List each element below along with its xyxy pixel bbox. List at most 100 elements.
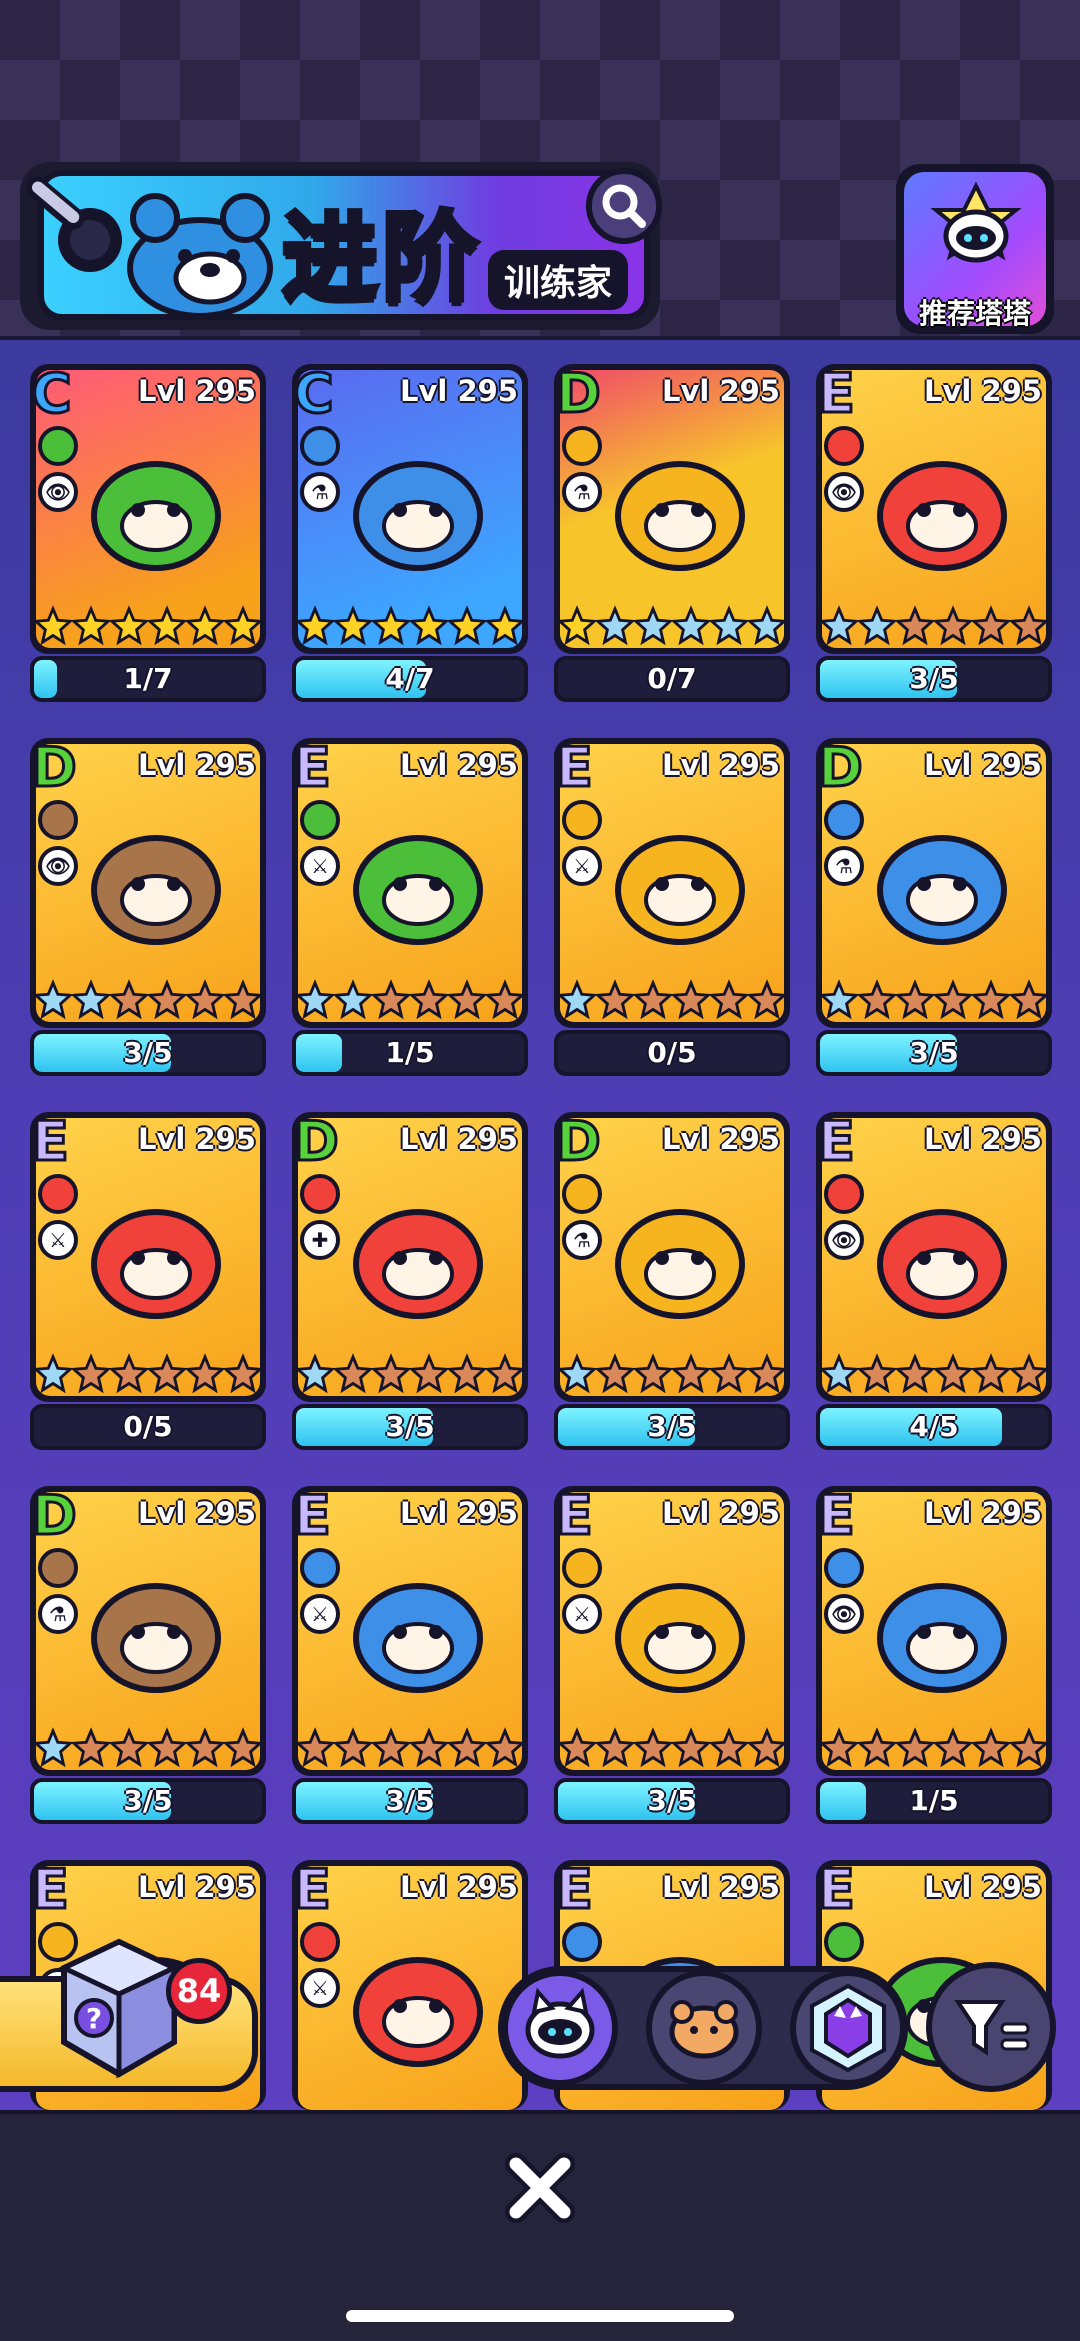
monster-card[interactable]: E Lvl 295 👁 xyxy=(816,1110,1052,1402)
level-label: Lvl 295 xyxy=(662,1496,780,1530)
bronze-star-icon xyxy=(410,1353,448,1394)
filter-menu-button[interactable] xyxy=(926,1962,1056,2092)
bronze-star-icon xyxy=(72,1353,110,1394)
level-label: Lvl 295 xyxy=(400,1870,518,1904)
bronze-star-icon xyxy=(148,979,186,1020)
creature-portrait-icon xyxy=(877,1583,1007,1693)
role-icon: ⚗ xyxy=(562,1220,602,1260)
monster-card[interactable]: E Lvl 295 ⚔ xyxy=(292,1858,528,2110)
role-icon: 👁 xyxy=(38,846,78,886)
bronze-star-icon xyxy=(372,1353,410,1394)
blue-star-icon xyxy=(820,1353,858,1394)
bronze-star-icon xyxy=(596,979,634,1020)
star-rating xyxy=(34,1350,262,1398)
monster-card[interactable]: D Lvl 295 ⚗ xyxy=(816,736,1052,1028)
creature-portrait-icon xyxy=(91,1209,221,1319)
monster-card[interactable]: E Lvl 295 ⚔ xyxy=(292,1484,528,1776)
bronze-star-icon xyxy=(934,605,972,646)
bread-icon xyxy=(669,2000,739,2059)
bronze-star-icon xyxy=(710,1353,748,1394)
robot-cat-icon xyxy=(930,181,1022,263)
filter-bread-button[interactable] xyxy=(646,1970,762,2086)
progress-text: 3/5 xyxy=(123,1036,173,1069)
blue-star-icon xyxy=(672,605,710,646)
bronze-star-icon xyxy=(858,979,896,1020)
monster-card[interactable]: E Lvl 295 👁 xyxy=(816,1484,1052,1776)
bronze-star-icon xyxy=(672,1727,710,1768)
star-rating xyxy=(34,976,262,1024)
filter-rare-button[interactable] xyxy=(790,1970,906,2086)
grade-badge: D xyxy=(31,736,79,799)
monster-card[interactable]: E Lvl 295 ⚔ xyxy=(554,736,790,1028)
monster-card[interactable]: E Lvl 295 ⚔ xyxy=(292,736,528,1028)
bronze-star-icon xyxy=(448,1727,486,1768)
monster-card[interactable]: D Lvl 295 ⚗ xyxy=(30,1484,266,1776)
creature-portrait-icon xyxy=(353,1209,483,1319)
bronze-star-icon xyxy=(72,1727,110,1768)
filter-all-button[interactable] xyxy=(502,1970,618,2086)
bronze-star-icon xyxy=(634,979,672,1020)
bronze-star-icon xyxy=(410,1727,448,1768)
monster-card[interactable]: D Lvl 295 ⚗ xyxy=(554,1110,790,1402)
grade-badge: E xyxy=(817,1110,857,1173)
grade-badge: E xyxy=(293,1484,333,1547)
close-icon[interactable] xyxy=(500,2148,580,2228)
search-button[interactable] xyxy=(586,168,662,244)
star-rating xyxy=(820,1724,1048,1772)
role-icon: 👁 xyxy=(38,472,78,512)
monster-card[interactable]: C Lvl 295 👁 xyxy=(30,362,266,654)
role-icon: 👁 xyxy=(824,1220,864,1260)
bronze-star-icon xyxy=(896,605,934,646)
blue-star-icon xyxy=(34,1353,72,1394)
monster-card[interactable]: D Lvl 295 ✚ xyxy=(292,1110,528,1402)
star-rating xyxy=(296,602,524,650)
blue-star-icon xyxy=(334,979,372,1020)
evolution-progress-bar: 3/5 xyxy=(816,656,1052,702)
progress-text: 0/5 xyxy=(123,1410,173,1443)
monster-card[interactable]: C Lvl 295 ⚗ xyxy=(292,362,528,654)
electric-element-icon xyxy=(562,426,602,466)
monster-card[interactable]: D Lvl 295 👁 xyxy=(30,736,266,1028)
bronze-star-icon xyxy=(972,1727,1010,1768)
bronze-star-icon xyxy=(934,1353,972,1394)
monster-card[interactable]: E Lvl 295 ⚔ xyxy=(30,1110,266,1402)
grade-badge: E xyxy=(293,1858,333,1921)
gold-star-icon xyxy=(334,605,372,646)
bronze-star-icon xyxy=(1010,605,1048,646)
star-rating xyxy=(558,976,786,1024)
blue-star-icon xyxy=(634,605,672,646)
grade-badge: E xyxy=(555,1484,595,1547)
creature-portrait-icon xyxy=(353,835,483,945)
grade-badge: C xyxy=(31,362,74,425)
star-rating xyxy=(558,1724,786,1772)
evolution-progress-bar: 1/5 xyxy=(816,1778,1052,1824)
grade-badge: E xyxy=(555,1858,595,1921)
bronze-star-icon xyxy=(334,1353,372,1394)
monster-card[interactable]: E Lvl 295 ⚔ xyxy=(554,1484,790,1776)
progress-text: 3/5 xyxy=(385,1410,435,1443)
monster-card[interactable]: E Lvl 295 👁 xyxy=(816,362,1052,654)
bronze-star-icon xyxy=(448,1353,486,1394)
bronze-star-icon xyxy=(972,605,1010,646)
role-icon: ⚔ xyxy=(300,1594,340,1634)
water-element-icon xyxy=(300,426,340,466)
bronze-star-icon xyxy=(596,1727,634,1768)
bronze-star-icon xyxy=(710,1727,748,1768)
chest-count-badge: 84 xyxy=(166,1958,232,2024)
evolution-progress-bar: 3/5 xyxy=(554,1778,790,1824)
level-label: Lvl 295 xyxy=(924,1496,1042,1530)
mystery-box-icon[interactable]: ? xyxy=(54,1934,184,2084)
bronze-star-icon xyxy=(372,1727,410,1768)
grade-badge: E xyxy=(293,736,333,799)
water-element-icon xyxy=(300,1548,340,1588)
fire-element-icon xyxy=(38,1174,78,1214)
crystal-cat-icon xyxy=(810,1983,886,2073)
fire-element-icon xyxy=(824,1174,864,1214)
bronze-star-icon xyxy=(110,1727,148,1768)
blue-star-icon xyxy=(858,605,896,646)
bronze-star-icon xyxy=(224,1353,262,1394)
monster-card[interactable]: D Lvl 295 ⚗ xyxy=(554,362,790,654)
blue-star-icon xyxy=(72,979,110,1020)
grade-badge: D xyxy=(555,1110,603,1173)
level-label: Lvl 295 xyxy=(662,1122,780,1156)
